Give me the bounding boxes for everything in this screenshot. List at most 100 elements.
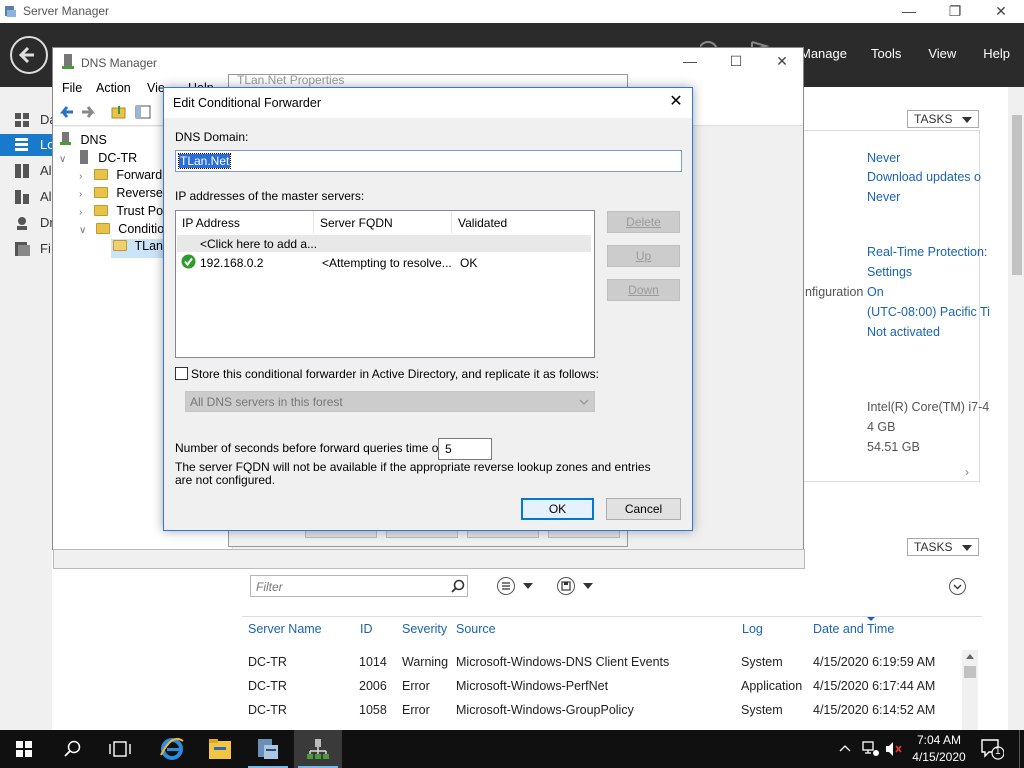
show-hide-tree-icon[interactable] (135, 104, 151, 120)
task-view-button[interactable] (96, 730, 144, 768)
tree-forward-zones[interactable]: › Forward (79, 168, 162, 186)
dialog-titlebar[interactable]: Edit Conditional Forwarder ✕ (164, 88, 692, 118)
expand-button[interactable] (949, 578, 966, 595)
chevron-right-icon[interactable]: › (79, 189, 82, 200)
minimize-button[interactable]: — (886, 0, 932, 23)
col-severity[interactable]: Severity (402, 622, 447, 636)
prop-ie-esc[interactable]: On (867, 285, 884, 299)
nav-ad-ds[interactable]: Al (0, 186, 52, 208)
scroll-up-icon[interactable] (966, 654, 974, 659)
taskbar-dns-manager[interactable] (294, 730, 342, 768)
up-button[interactable]: Up (607, 245, 680, 267)
ok-button[interactable]: OK (521, 498, 594, 520)
prop-windows-update[interactable]: Download updates o (867, 170, 981, 184)
events-filter-input[interactable]: Filter (250, 575, 468, 597)
back-button[interactable] (10, 36, 48, 74)
nav-dashboard[interactable]: Da (0, 109, 57, 131)
maximize-button[interactable]: ❐ (932, 0, 978, 23)
prop-product-id[interactable]: Not activated (867, 325, 940, 339)
system-clock[interactable]: 7:04 AM 4/15/2020 (905, 732, 973, 766)
close-button[interactable]: ✕ (759, 50, 805, 73)
menu-manage[interactable]: Manage (800, 46, 847, 66)
cancel-button[interactable]: Cancel (606, 498, 681, 520)
tree-tlan-net[interactable]: TLan. (111, 239, 171, 258)
chevron-down-icon[interactable]: ∨ (79, 225, 86, 236)
menu-file[interactable]: File (62, 81, 82, 95)
taskbar-server-manager[interactable] (244, 730, 292, 768)
events-tasks-button[interactable]: TASKS (907, 538, 979, 556)
events-scrollbar[interactable] (962, 650, 978, 730)
col-ip-address[interactable]: IP Address (176, 211, 314, 233)
taskbar-internet-explorer[interactable] (148, 730, 196, 768)
save-query-button[interactable] (557, 577, 575, 595)
notifications-button[interactable]: 1 (980, 738, 1006, 760)
volume-muted-icon[interactable] (885, 741, 903, 757)
show-desktop-button[interactable] (1019, 730, 1024, 768)
menu-action[interactable]: Action (96, 81, 131, 95)
show-hidden-icons[interactable] (838, 742, 854, 756)
start-button[interactable] (0, 730, 48, 768)
col-log[interactable]: Log (742, 622, 763, 636)
prop-last-installed[interactable]: Never (867, 151, 900, 165)
tree-dns-root[interactable]: DNS (59, 132, 107, 150)
prop-feedback[interactable]: Settings (867, 265, 912, 279)
replication-scope-select[interactable]: All DNS servers in this forest (185, 391, 595, 412)
chevron-down-icon[interactable] (583, 583, 593, 589)
table-row[interactable]: DC-TR 2006 Error Microsoft-Windows-PerfN… (248, 678, 968, 696)
col-date-time[interactable]: Date and Time (813, 622, 894, 636)
dns-domain-input[interactable]: TLan.Net (175, 150, 682, 172)
list-view-button[interactable] (497, 577, 515, 595)
down-button[interactable]: Down (607, 279, 680, 301)
menu-view[interactable]: View (928, 46, 956, 66)
chevron-down-icon[interactable]: ∨ (59, 154, 66, 165)
list-item[interactable]: 192.168.0.2 <Attempting to resolve... OK (177, 253, 591, 271)
taskbar-file-explorer[interactable] (196, 730, 244, 768)
table-row[interactable]: DC-TR 1014 Warning Microsoft-Windows-DNS… (248, 654, 968, 672)
tree-server-dc-tr[interactable]: ∨ DC-TR (59, 150, 137, 168)
chevron-down-icon[interactable] (523, 583, 533, 589)
store-in-ad-label[interactable]: Store this conditional forwarder in Acti… (191, 367, 599, 381)
chevron-right-icon[interactable]: › (79, 207, 82, 218)
minimize-button[interactable]: — (667, 50, 713, 73)
table-row[interactable]: DC-TR 1058 Error Microsoft-Windows-Group… (248, 702, 968, 720)
forward-arrow-icon[interactable] (81, 104, 97, 120)
menu-tools[interactable]: Tools (871, 46, 901, 66)
tree-reverse-zones[interactable]: › Reverse L (79, 186, 173, 204)
tree-trust-points[interactable]: › Trust Poi (79, 204, 166, 222)
chevron-right-icon[interactable]: › (79, 171, 82, 182)
master-servers-list[interactable]: IP Address Server FQDN Validated <Click … (175, 210, 595, 358)
search-button[interactable] (48, 730, 96, 768)
nav-file-storage[interactable]: Fi (0, 238, 52, 260)
col-source[interactable]: Source (456, 622, 496, 636)
properties-tasks-button[interactable]: TASKS (907, 110, 979, 128)
network-icon[interactable] (862, 741, 880, 757)
col-server-name[interactable]: Server Name (248, 622, 322, 636)
delete-button[interactable]: Delete (607, 211, 680, 233)
server-manager-titlebar[interactable]: Server Manager — ❐ ✕ (0, 0, 1024, 23)
nav-dns[interactable]: Dr (0, 212, 54, 234)
scrollbar-thumb[interactable] (964, 666, 976, 678)
scrollbar-thumb[interactable] (1012, 115, 1022, 275)
col-id[interactable]: ID (360, 622, 373, 636)
up-folder-icon[interactable] (111, 104, 127, 120)
col-validated[interactable]: Validated (452, 211, 590, 233)
close-button[interactable]: ✕ (978, 0, 1024, 23)
col-server-fqdn[interactable]: Server FQDN (314, 211, 452, 233)
content-scrollbar[interactable] (1008, 87, 1024, 730)
nav-all-servers[interactable]: Al (0, 160, 52, 182)
back-arrow-icon[interactable] (58, 104, 74, 120)
prop-last-checked[interactable]: Never (867, 190, 900, 204)
chevron-right-icon[interactable]: › (965, 465, 969, 479)
store-in-ad-checkbox[interactable] (175, 367, 188, 380)
search-icon[interactable] (451, 579, 465, 593)
timeout-input[interactable]: 5 (438, 438, 492, 460)
maximize-button[interactable]: ☐ (713, 50, 759, 73)
prop-timezone[interactable]: (UTC-08:00) Pacific Ti (867, 305, 990, 319)
prop-defender[interactable]: Real-Time Protection: (867, 245, 987, 259)
nav-local-server[interactable]: Lo (0, 134, 54, 156)
tree-conditional-forwarders[interactable]: ∨ Conditio (79, 222, 164, 240)
add-server-row[interactable]: <Click here to add a... (177, 235, 591, 252)
close-button[interactable]: ✕ (664, 92, 688, 114)
menu-help[interactable]: Help (983, 46, 1010, 66)
dns-manager-titlebar[interactable]: DNS Manager — ☐ ✕ (53, 48, 803, 76)
